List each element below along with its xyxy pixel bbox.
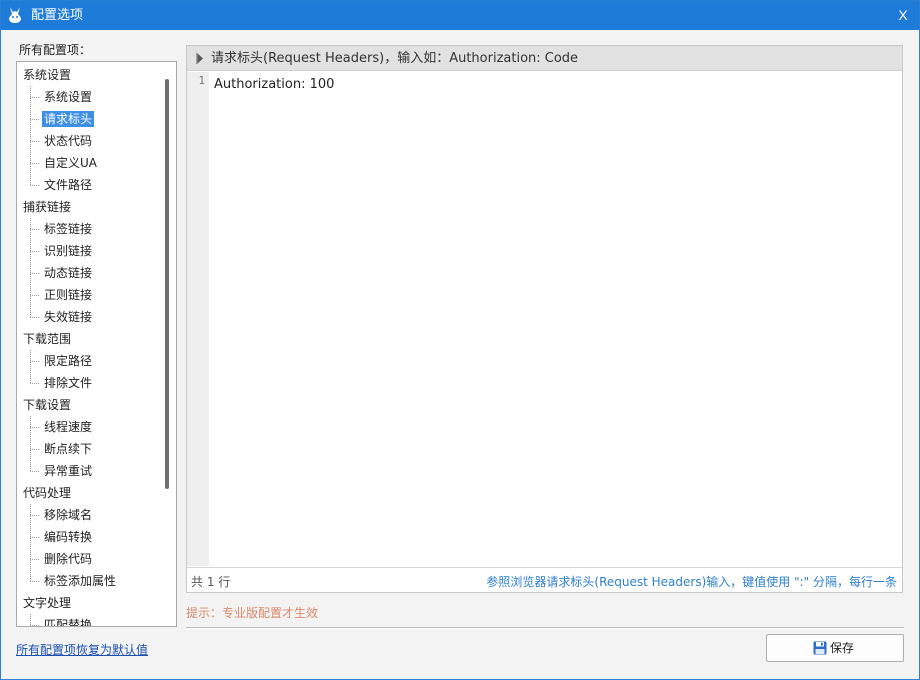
- tree-item-label: 断点续下: [44, 442, 93, 456]
- tree-children: 线程速度断点续下异常重试: [17, 416, 162, 482]
- tree-item-label: 限定路径: [44, 354, 93, 368]
- tree-item-label: 标签添加属性: [44, 574, 117, 588]
- sidebar-label: 所有配置项：: [19, 43, 92, 57]
- tree-item-label: 自定义UA: [44, 156, 97, 170]
- tree-item[interactable]: 标签添加属性: [17, 570, 162, 592]
- tree-group: 下载设置线程速度断点续下异常重试: [17, 394, 162, 482]
- tree-group-label[interactable]: 文字处理: [17, 592, 162, 614]
- tree-item-label: 请求标头: [42, 111, 95, 127]
- tree-item[interactable]: 失效链接: [17, 306, 162, 328]
- headers-editor[interactable]: Authorization: 100: [209, 72, 902, 566]
- tree-item[interactable]: 限定路径: [17, 350, 162, 372]
- restore-defaults-link[interactable]: 所有配置项恢复为默认值: [16, 641, 148, 658]
- tree-item-label: 动态链接: [44, 266, 93, 280]
- tree-item[interactable]: 排除文件: [17, 372, 162, 394]
- tree-list: 系统设置 系统设置 请求标头 状态代码 自定义UA 文件路径 捕获链接 标签链接 识别链接 动态链…: [17, 64, 162, 627]
- tree-children: 系统设置请求标头状态代码自定义UA 文件路径: [17, 86, 162, 196]
- tree-children: 限定路径 排除文件: [17, 350, 162, 394]
- tree-item[interactable]: 标签链接: [17, 218, 162, 240]
- config-tree[interactable]: 系统设置 系统设置 请求标头 状态代码 自定义UA 文件路径 捕获链接 标签链接 识别链接 动态链…: [16, 61, 177, 627]
- tree-group: 下载范围限定路径排除文件: [17, 328, 162, 394]
- line-gutter: 1: [187, 72, 209, 566]
- panel-header-text: 请求标头(Request Headers)，输入如：Authorization:…: [211, 51, 579, 66]
- tree-item[interactable]: 动态链接: [17, 262, 162, 284]
- line-number: 1: [198, 74, 205, 87]
- tree-group-label[interactable]: 代码处理: [17, 482, 162, 504]
- tree-item-label: 移除域名: [44, 508, 93, 522]
- tree-item-label: 排除文件: [44, 376, 93, 390]
- tree-group: 系统设置 系统设置 请求标头 状态代码 自定义UA 文件路径: [17, 64, 162, 196]
- tree-item[interactable]: 异常重试: [17, 460, 162, 482]
- tree-item[interactable]: 断点续下: [17, 438, 162, 460]
- tree-item-label: 线程速度: [44, 420, 93, 434]
- footer-divider: [186, 627, 904, 629]
- tree-group-label[interactable]: 下载范围: [17, 328, 162, 350]
- tree-group: 捕获链接标签链接识别链接动态链接正则链接失效链接: [17, 196, 162, 328]
- tree-group-label[interactable]: 下载设置: [17, 394, 162, 416]
- pro-version-hint: 提示：专业版配置才生效: [186, 606, 319, 620]
- tree-group: 文字处理匹配替换: [17, 592, 162, 627]
- panel-header: 请求标头(Request Headers)，输入如：Authorization:…: [187, 46, 902, 71]
- tree-item-label: 正则链接: [44, 288, 93, 302]
- tree-item-label: 识别链接: [44, 244, 93, 258]
- tree-item-label: 编码转换: [44, 530, 93, 544]
- tree-item[interactable]: 文件路径: [17, 174, 162, 196]
- tree-item-label: 系统设置: [44, 90, 93, 104]
- tree-item[interactable]: 系统设置: [17, 86, 162, 108]
- tree-group-label[interactable]: 系统设置: [17, 64, 162, 86]
- tree-item-label: 状态代码: [44, 134, 93, 148]
- tree-item-label: 异常重试: [44, 464, 93, 478]
- tree-group-label[interactable]: 捕获链接: [17, 196, 162, 218]
- tree-item-label: 标签链接: [44, 222, 93, 236]
- config-window: 配置选项 X 所有配置项： 系统设置 系统设置 请求标头 状态代码 自定义UA 文件路径捕…: [0, 0, 920, 680]
- save-label: 保存: [830, 641, 855, 655]
- input-hint: 参照浏览器请求标头(Request Headers)输入，键值使用 ":" 分隔…: [486, 575, 897, 589]
- rabbit-logo-icon: [9, 7, 21, 23]
- tree-children: 移除域名编码转换删除代码标签添加属性: [17, 504, 162, 592]
- tree-group: 代码处理移除域名编码转换删除代码标签添加属性: [17, 482, 162, 592]
- tree-item[interactable]: 匹配替换: [17, 614, 162, 627]
- window-title: 配置选项: [31, 8, 84, 23]
- title-bar[interactable]: 配置选项 X: [1, 1, 919, 30]
- tree-children: 匹配替换: [17, 614, 162, 627]
- tree-item[interactable]: 删除代码: [17, 548, 162, 570]
- panel-footer: 共 1 行 参照浏览器请求标头(Request Headers)输入，键值使用 …: [187, 567, 902, 592]
- tree-children: 标签链接识别链接动态链接正则链接失效链接: [17, 218, 162, 328]
- tree-item[interactable]: 请求标头: [17, 108, 162, 130]
- tree-item-label: 删除代码: [44, 552, 93, 566]
- tree-scrollbar[interactable]: [165, 79, 169, 489]
- close-button[interactable]: X: [893, 5, 913, 25]
- tree-item[interactable]: 识别链接: [17, 240, 162, 262]
- floppy-disk-icon: [813, 641, 827, 655]
- tree-item-label: 失效链接: [44, 310, 93, 324]
- tree-item-label: 文件路径: [44, 178, 93, 192]
- tree-item[interactable]: 正则链接: [17, 284, 162, 306]
- triangle-right-icon: [196, 53, 203, 64]
- headers-panel: 请求标头(Request Headers)，输入如：Authorization:…: [186, 45, 903, 593]
- tree-item[interactable]: 编码转换: [17, 526, 162, 548]
- tree-item[interactable]: 线程速度: [17, 416, 162, 438]
- tree-item[interactable]: 自定义UA: [17, 152, 162, 174]
- tree-item[interactable]: 移除域名: [17, 504, 162, 526]
- tree-item[interactable]: 状态代码: [17, 130, 162, 152]
- save-button[interactable]: 保存: [766, 634, 904, 662]
- tree-item-label: 匹配替换: [44, 618, 93, 627]
- line-count: 共 1 行: [191, 575, 231, 589]
